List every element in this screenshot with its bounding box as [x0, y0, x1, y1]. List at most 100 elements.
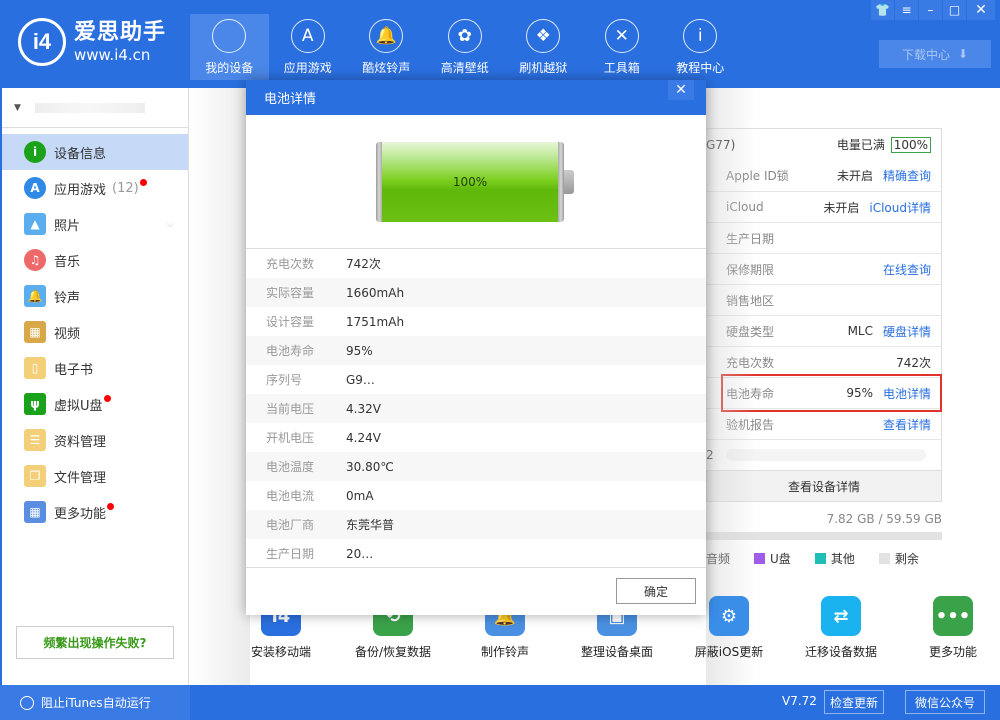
photo-icon: ▲: [24, 213, 46, 235]
legend-swatch: [814, 553, 826, 564]
info-link[interactable]: 查看详情: [883, 416, 931, 433]
block-itunes-toggle[interactable]: 阻止iTunes自动运行: [0, 685, 190, 720]
caret-down-icon: ▼: [14, 102, 21, 113]
nav-tab-4[interactable]: ❖ 刷机越狱: [504, 14, 583, 80]
tool-label: 整理设备桌面: [580, 645, 653, 659]
sidebar-item[interactable]: ▲ 照片 ⌵: [2, 206, 188, 242]
main-nav: 我的设备 A 应用游戏 🔔 酷炫铃声 ✿ 高清壁纸 ❖ 刷机越狱 ✕ 工具箱 i 教程中心: [190, 14, 740, 80]
detail-label: 序列号: [266, 373, 303, 387]
nav-tab-label: 教程中心: [676, 61, 725, 75]
chevron-down-icon[interactable]: ⌵: [166, 219, 174, 230]
detail-value: 95%: [346, 343, 373, 358]
device-name-blurred: [34, 102, 145, 113]
info-label: 生产日期: [726, 230, 931, 247]
detail-label: 实际容量: [266, 286, 315, 300]
detail-label: 开机电压: [266, 431, 315, 445]
nav-tab-3[interactable]: ✿ 高清壁纸: [426, 14, 505, 80]
tool-label: 屏蔽iOS更新: [694, 645, 764, 659]
menu-icon[interactable]: ≡: [895, 0, 918, 20]
sidebar-item[interactable]: A 应用游戏 (12): [2, 170, 188, 206]
info-link[interactable]: iCloud详情: [869, 199, 931, 216]
sidebar-item[interactable]: ▯ 电子书: [2, 350, 188, 386]
skin-icon[interactable]: 👕: [871, 0, 894, 20]
battery-percent: 100%: [452, 175, 488, 189]
battery-detail-row: 生产日期 20…: [246, 539, 706, 564]
tool-item[interactable]: ⇄ 迁移设备数据: [785, 596, 897, 660]
radio-icon: [20, 695, 34, 710]
battery-detail-row: 设计容量 1751mAh: [246, 307, 706, 336]
battery-detail-row: 实际容量 1660mAh: [246, 278, 706, 307]
battery-details-dialog: 电池详情 ✕ 100% 充电次数 742次 实际容量 1660mAh 设计容量 1751m…: [246, 80, 706, 615]
top-bar: i4 爱思助手 www.i4.cn 我的设备 A 应用游戏 🔔 酷炫铃声 ✿ 高清壁纸 ❖ 刷机…: [0, 0, 1000, 88]
operation-failed-help-button[interactable]: 频繁出现操作失败?: [16, 626, 174, 659]
battery-graphic: 100%: [376, 142, 574, 222]
tools-icon: ✕: [604, 19, 639, 53]
legend-label: 剩余: [894, 552, 919, 566]
legend-label: 其他: [830, 552, 855, 566]
nav-tab-0[interactable]: 我的设备: [190, 14, 269, 80]
info-link[interactable]: 在线查询: [883, 261, 931, 278]
detail-label: 生产日期: [266, 547, 315, 561]
info-icon: i: [683, 19, 718, 53]
battery-details-list: 充电次数 742次 实际容量 1660mAh 设计容量 1751mAh 电池寿命 95% 序列号…: [246, 249, 706, 564]
battery-level-badge: 100%: [890, 137, 931, 153]
detail-label: 电池厂商: [266, 518, 315, 532]
dialog-header: 电池详情: [246, 80, 706, 115]
detail-label: 设计容量: [266, 315, 315, 329]
gear-icon: ⚙: [709, 596, 749, 636]
dialog-close-icon[interactable]: ✕: [668, 80, 694, 100]
notification-dot: [139, 178, 147, 186]
sidebar-item[interactable]: i 设备信息: [2, 134, 188, 170]
block-itunes-label: 阻止iTunes自动运行: [41, 696, 151, 710]
info-circle-icon: i: [24, 141, 46, 163]
nav-tab-label: 刷机越狱: [519, 61, 568, 75]
sidebar-item[interactable]: ❐ 文件管理: [2, 458, 188, 494]
wechat-button[interactable]: 微信公众号: [905, 690, 985, 714]
check-update-button[interactable]: 检查更新: [824, 690, 884, 714]
sidebar-item[interactable]: ♫ 音乐: [2, 242, 188, 278]
battery-detail-row: 电池温度 30.80℃: [246, 452, 706, 481]
close-button[interactable]: ✕: [967, 0, 995, 20]
minimize-button[interactable]: –: [919, 0, 942, 20]
nav-tab-1[interactable]: A 应用游戏: [269, 14, 348, 80]
detail-label: 电池电流: [266, 489, 315, 503]
detail-label: 电池寿命: [266, 344, 315, 358]
sidebar-item[interactable]: ▦ 视频: [2, 314, 188, 350]
grid-icon: ▦: [24, 501, 46, 523]
nav-tab-5[interactable]: ✕ 工具箱: [583, 14, 662, 80]
app-store-icon: A: [290, 19, 325, 53]
sidebar-item[interactable]: ψ 虚拟U盘: [2, 386, 188, 422]
storage-usage: 7.82 GB / 59.59 GB: [826, 512, 942, 526]
sidebar-item-label: 虚拟U盘: [54, 398, 103, 414]
sidebar-item[interactable]: ▦ 更多功能: [2, 494, 188, 530]
device-selector[interactable]: ▼: [2, 88, 188, 128]
sidebar-item-label: 应用游戏: [54, 182, 107, 198]
detail-label: 当前电压: [266, 402, 315, 416]
sidebar-item-label: 设备信息: [54, 146, 107, 162]
detail-value: 东莞华普: [346, 518, 395, 532]
contacts-icon: ☰: [24, 429, 46, 451]
maximize-button[interactable]: □: [943, 0, 966, 20]
sidebar: ▼ i 设备信息 A 应用游戏 (12) ▲ 照片 ⌵ ♫ 音乐 🔔 铃声 ▦ 视频 ▯ 电子书 ψ 虚拟U盘 ☰ 资…: [0, 88, 189, 685]
download-icon: ⬇: [957, 47, 969, 61]
nav-tab-2[interactable]: 🔔 酷炫铃声: [347, 14, 426, 80]
tool-item[interactable]: ••• 更多功能: [897, 596, 1000, 660]
more-icon: •••: [933, 596, 973, 636]
info-link[interactable]: 精确查询: [883, 167, 931, 184]
detail-value: 4.24V: [346, 430, 381, 445]
sidebar-item[interactable]: ☰ 资料管理: [2, 422, 188, 458]
sidebar-item[interactable]: 🔔 铃声: [2, 278, 188, 314]
sidebar-item-label: 铃声: [54, 290, 81, 306]
notification-dot: [103, 394, 111, 402]
info-link[interactable]: 硬盘详情: [883, 323, 931, 340]
detail-value: 30.80℃: [346, 459, 394, 474]
dialog-title: 电池详情: [264, 92, 317, 107]
download-center-button[interactable]: 下载中心 ⬇: [879, 40, 991, 68]
sidebar-item-label: 音乐: [54, 254, 81, 270]
info-label: 销售地区: [726, 292, 931, 309]
nav-tab-6[interactable]: i 教程中心: [661, 14, 740, 80]
legend-item: 其他: [814, 550, 855, 567]
ok-button[interactable]: 确定: [616, 578, 696, 604]
battery-detail-row: 充电次数 742次: [246, 249, 706, 278]
version-label: V7.72: [782, 694, 817, 708]
